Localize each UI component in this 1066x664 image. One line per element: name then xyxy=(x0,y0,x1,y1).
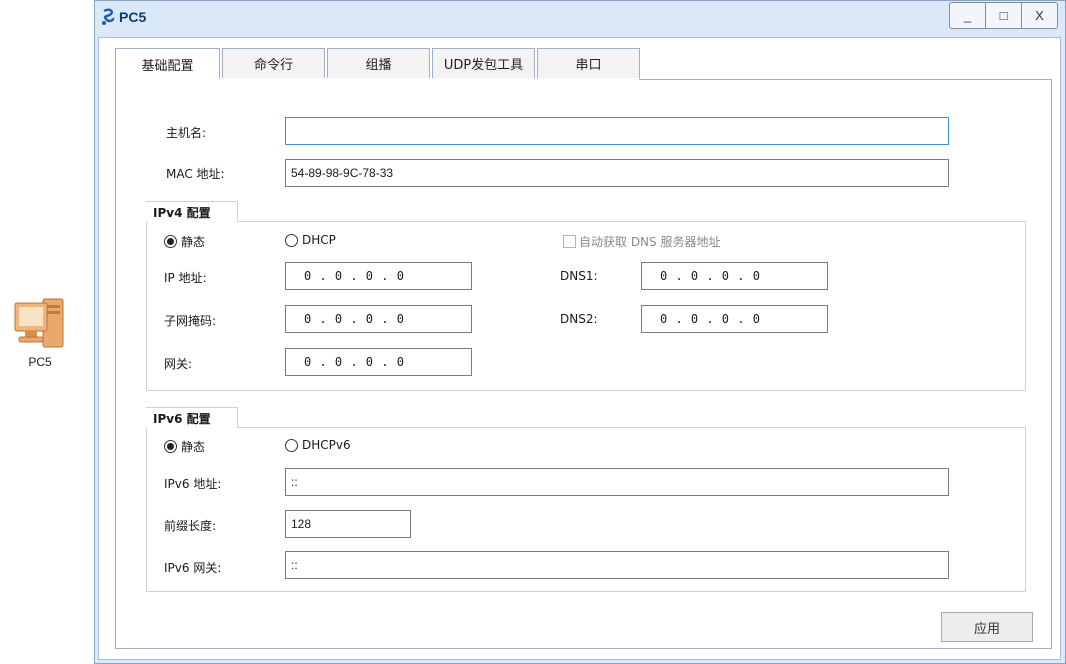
subnet-mask-label: 子网掩码: xyxy=(164,314,217,328)
tab-command-line[interactable]: 命令行 xyxy=(222,48,325,78)
minimize-icon: _ xyxy=(963,8,972,23)
desktop-icon-label: PC5 xyxy=(28,355,52,369)
radio-label: DHCP xyxy=(302,233,336,247)
ipv4-group-title: IPv4 配置 xyxy=(147,202,217,223)
minimize-button[interactable]: _ xyxy=(949,2,986,29)
tab-udp-tool[interactable]: UDP发包工具 xyxy=(432,48,535,78)
mac-address-field[interactable]: 54-89-98-9C-78-33 xyxy=(285,159,949,187)
ipv6-gateway-input[interactable]: :: xyxy=(285,551,949,579)
radio-selected-icon xyxy=(164,235,177,248)
ipv6-group-title: IPv6 配置 xyxy=(147,408,217,429)
close-icon: X xyxy=(1035,8,1044,23)
mac-label: MAC 地址: xyxy=(166,167,225,181)
gateway-label: 网关: xyxy=(164,357,193,371)
ipv6-address-label: IPv6 地址: xyxy=(164,477,222,491)
checkbox-icon xyxy=(563,235,576,248)
prefix-length-label: 前缀长度: xyxy=(164,519,217,533)
hostname-label: 主机名: xyxy=(166,126,207,140)
ipv6-dhcp-radio[interactable]: DHCPv6 xyxy=(285,438,351,452)
tab-bar: 基础配置 命令行 组播 UDP发包工具 串口 xyxy=(115,48,642,79)
tab-label: 基础配置 xyxy=(141,58,194,74)
pc-config-window: PC5 _ □ X 基础配置 命令行 组播 UDP发包工具 串口 主机名: MA… xyxy=(94,0,1066,664)
radio-selected-icon xyxy=(164,440,177,453)
ipv6-static-radio[interactable]: 静态 xyxy=(164,438,205,455)
subnet-mask-input[interactable]: 0 . 0 . 0 . 0 xyxy=(285,305,472,333)
ensp-logo-icon xyxy=(102,8,115,25)
dns1-label: DNS1: xyxy=(560,269,598,283)
ip-address-input[interactable]: 0 . 0 . 0 . 0 xyxy=(285,262,472,290)
hostname-input[interactable] xyxy=(285,117,949,145)
maximize-button[interactable]: □ xyxy=(985,2,1022,29)
tab-label: UDP发包工具 xyxy=(443,58,524,73)
tab-multicast[interactable]: 组播 xyxy=(327,48,430,78)
tab-label: 串口 xyxy=(575,58,602,73)
ipv6-address-input[interactable]: :: xyxy=(285,468,949,496)
close-button[interactable]: X xyxy=(1021,2,1058,29)
desktop-pc-icon[interactable]: PC5 xyxy=(8,293,72,369)
tab-label: 命令行 xyxy=(253,58,293,73)
radio-label: DHCPv6 xyxy=(302,438,351,452)
window-title: PC5 xyxy=(119,9,147,25)
prefix-length-input[interactable]: 128 xyxy=(285,510,411,538)
auto-dns-checkbox[interactable]: 自动获取 DNS 服务器地址 xyxy=(563,233,720,250)
basic-config-panel: 主机名: MAC 地址: 54-89-98-9C-78-33 IPv4 配置 静… xyxy=(115,79,1052,649)
ipv6-gateway-label: IPv6 网关: xyxy=(164,561,222,575)
radio-unselected-icon xyxy=(285,438,298,452)
dns2-label: DNS2: xyxy=(560,312,598,326)
tab-serial-port[interactable]: 串口 xyxy=(537,48,640,78)
dns1-input[interactable]: 0 . 0 . 0 . 0 xyxy=(641,262,828,290)
maximize-icon: □ xyxy=(999,8,1008,23)
radio-label: 静态 xyxy=(181,440,206,454)
ipv4-dhcp-radio[interactable]: DHCP xyxy=(285,233,336,247)
apply-button[interactable]: 应用 xyxy=(941,612,1033,642)
tab-basic-config[interactable]: 基础配置 xyxy=(115,48,220,79)
ipv4-static-radio[interactable]: 静态 xyxy=(164,233,205,250)
radio-unselected-icon xyxy=(285,233,298,247)
tab-label: 组播 xyxy=(365,58,392,73)
gateway-input[interactable]: 0 . 0 . 0 . 0 xyxy=(285,348,472,376)
pc-icon xyxy=(14,298,64,348)
radio-label: 静态 xyxy=(181,235,206,249)
window-controls: _ □ X xyxy=(949,2,1058,29)
dns2-input[interactable]: 0 . 0 . 0 . 0 xyxy=(641,305,828,333)
ip-address-label: IP 地址: xyxy=(164,271,207,285)
checkbox-label: 自动获取 DNS 服务器地址 xyxy=(579,235,721,249)
window-client-area: 基础配置 命令行 组播 UDP发包工具 串口 主机名: MAC 地址: 54-8… xyxy=(98,37,1061,660)
title-bar[interactable]: PC5 _ □ X xyxy=(95,1,1065,37)
